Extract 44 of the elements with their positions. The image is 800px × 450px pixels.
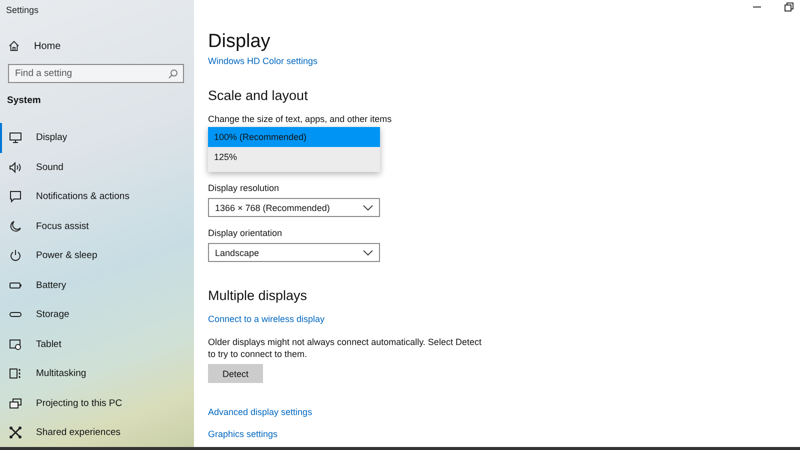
sidebar-item[interactable]: Battery	[0, 270, 194, 300]
resolution-label: Display resolution	[208, 183, 280, 193]
window-icon	[9, 367, 22, 380]
restore-icon[interactable]	[784, 2, 794, 12]
speaker-icon	[9, 160, 22, 174]
sidebar-item[interactable]: Storage	[0, 300, 194, 330]
orientation-label: Display orientation	[208, 228, 282, 238]
scale-label: Change the size of text, apps, and other items	[208, 114, 392, 124]
cross-icon	[9, 426, 22, 440]
settings-link[interactable]: Advanced display settings	[208, 407, 312, 418]
sidebar-item[interactable]: Shared experiences	[0, 418, 194, 447]
orientation-dropdown[interactable]: Landscape	[208, 243, 380, 262]
sidebar-item[interactable]: Multitasking	[0, 359, 194, 388]
chevron-icon	[363, 250, 373, 256]
search-field[interactable]: Find a setting	[8, 64, 184, 83]
search-icon	[168, 69, 178, 79]
window-title: Settings	[5, 4, 39, 15]
resolution-dropdown[interactable]: 1366 × 768 (Recommended)	[208, 198, 380, 217]
tablet-icon	[9, 338, 22, 351]
section-heading: System	[7, 95, 41, 106]
page-title: Display	[208, 31, 270, 53]
hd-color-link[interactable]: Windows HD Color settings	[208, 56, 318, 66]
wireless-display-link[interactable]: Connect to a wireless display	[208, 314, 325, 324]
sidebar-item[interactable]: Notifications & actions	[0, 182, 194, 212]
detect-note: Older displays might not always connect automatically. Select Detect to try to connect to them.	[208, 336, 482, 360]
settings-link[interactable]: Graphics settings	[208, 429, 278, 440]
sidebar-item[interactable]: Tablet	[0, 330, 194, 359]
power-icon	[9, 249, 22, 262]
sidebar-item[interactable]: Projecting to this PC	[0, 388, 194, 418]
sidebar-item[interactable]: Sound	[0, 152, 194, 182]
monitor-icon	[9, 131, 22, 144]
sidebar-item[interactable]: Focus assist	[0, 212, 194, 241]
chevron-icon	[363, 204, 373, 210]
moon-icon	[9, 220, 22, 233]
section-heading: Scale and layout	[208, 88, 308, 103]
section-heading: Multiple displays	[208, 288, 308, 303]
message-icon	[9, 190, 22, 204]
detect-button[interactable]: Detect	[208, 364, 263, 384]
sidebar-item[interactable]: Power & sleep	[0, 241, 194, 270]
home-icon	[8, 40, 20, 52]
home-link[interactable]: Home	[8, 40, 61, 52]
dropdown-option[interactable]: 100% (Recommended)	[208, 127, 380, 147]
screens-icon	[9, 396, 22, 410]
dropdown-option[interactable]: 125%	[208, 147, 380, 167]
